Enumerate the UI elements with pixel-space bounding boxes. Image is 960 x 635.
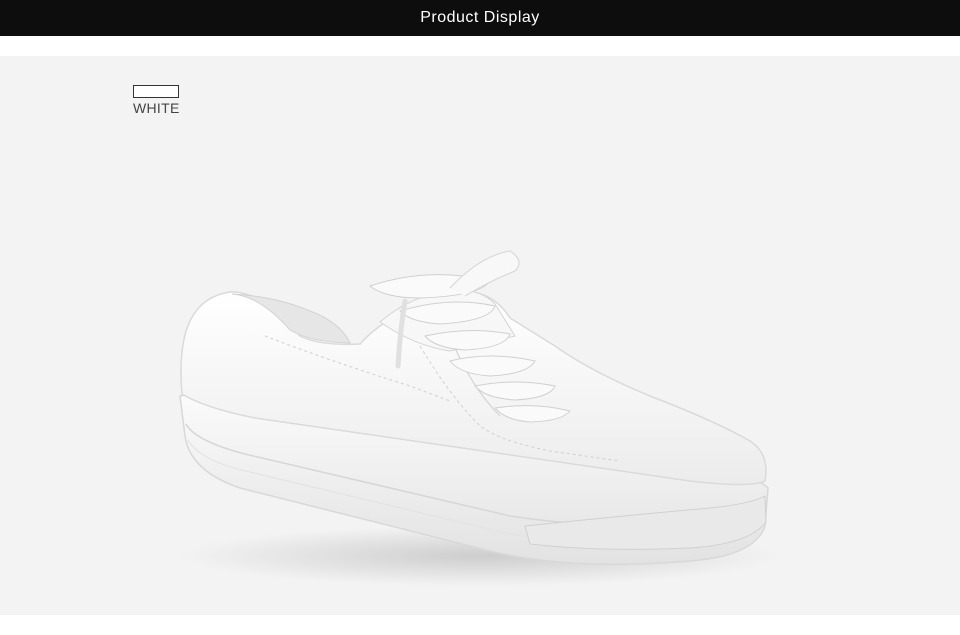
color-option[interactable]: WHITE (133, 85, 193, 116)
sneaker-image (179, 250, 780, 586)
color-label: WHITE (133, 100, 180, 116)
product-stage: WHITE (0, 56, 960, 615)
color-swatch-white[interactable] (133, 85, 179, 98)
section-header: Product Display (0, 0, 960, 36)
section-title: Product Display (420, 9, 540, 26)
